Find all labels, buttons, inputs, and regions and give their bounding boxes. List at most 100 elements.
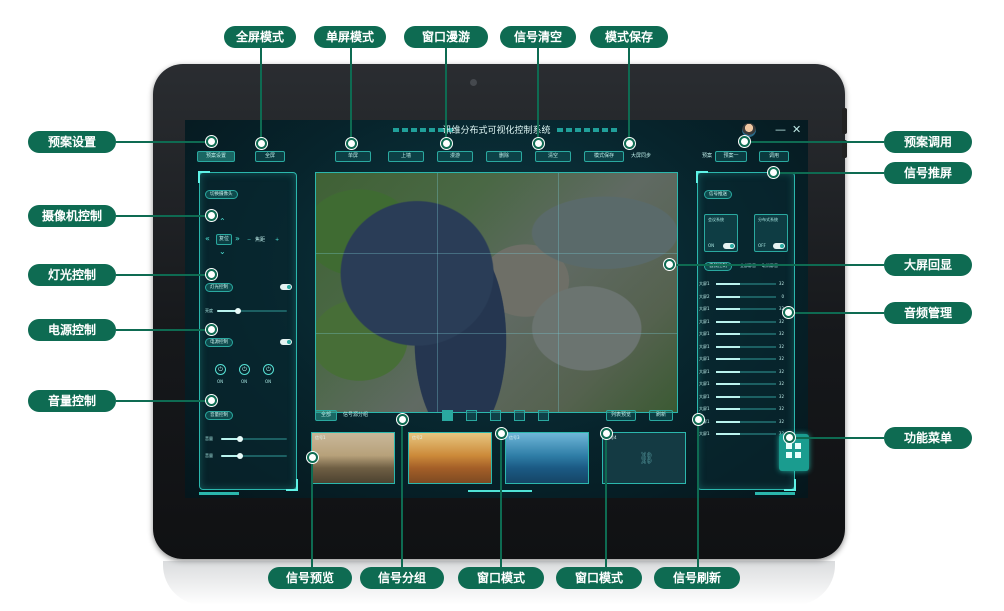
leader-line [116, 141, 210, 143]
delete-button[interactable]: 删除 [486, 151, 522, 162]
plan-settings-button[interactable]: 预案设置 [197, 151, 235, 162]
audio-row[interactable]: 大屏132 [699, 330, 784, 338]
volume-button [842, 108, 847, 134]
tab-all[interactable]: 全部 [315, 410, 337, 421]
big-screen-echo[interactable] [315, 172, 678, 413]
brightness-label: 亮度 [205, 308, 213, 313]
audio-slider[interactable] [716, 370, 776, 373]
frame-deco [755, 492, 795, 495]
audio-slider[interactable] [716, 295, 776, 298]
audio-row[interactable]: 大屏132 [699, 393, 784, 401]
light-control-button[interactable]: 灯光控制 [205, 283, 233, 292]
audio-slider[interactable] [716, 345, 776, 348]
audio-slider[interactable] [716, 283, 776, 285]
volume-slider[interactable] [221, 453, 287, 459]
signal-thumbnail[interactable]: 信号1 [311, 432, 395, 484]
callout-signal-refresh: 信号刷新 [654, 567, 740, 589]
audio-row[interactable]: 大屏132 [699, 380, 784, 388]
audio-slider[interactable] [716, 395, 776, 398]
tilt-down-icon[interactable]: ⌄ [219, 248, 226, 256]
volume-label-2: 音量 [205, 453, 213, 458]
system-toggle[interactable] [723, 243, 735, 249]
call-plan-button[interactable]: 调用 [759, 151, 789, 162]
audio-row-value: 32 [778, 281, 784, 286]
focus-minus-icon[interactable]: − [247, 236, 251, 244]
audio-row[interactable]: 大屏132 [699, 343, 784, 351]
roam-button[interactable]: 漫游 [437, 151, 473, 162]
power-icon[interactable]: ⏻ [239, 364, 250, 375]
marker-dot [206, 136, 217, 147]
leader-line [401, 418, 403, 567]
signal-thumbnail[interactable]: 信号4 ⛓ [602, 432, 686, 484]
audio-row[interactable]: 大屏132 [699, 305, 784, 313]
pan-right-icon[interactable]: » [235, 235, 240, 243]
clear-button[interactable]: 清空 [535, 151, 571, 162]
marker-dot [784, 432, 795, 443]
marker-dot [601, 428, 612, 439]
audio-slider[interactable] [716, 383, 776, 385]
leader-line [537, 48, 539, 140]
leader-line [116, 329, 210, 331]
fullscreen-button[interactable]: 全屏 [255, 151, 285, 162]
audio-row[interactable]: 大屏132 [699, 405, 784, 413]
audio-row[interactable]: 大屏132 [699, 430, 784, 438]
audio-slider[interactable] [716, 308, 776, 310]
refresh-button[interactable]: 刷新 [649, 410, 673, 421]
signal-thumbnail[interactable]: 信号3 [505, 432, 589, 484]
leader-line [788, 437, 884, 439]
audio-row-value: 32 [778, 318, 784, 324]
list-preview-button[interactable]: 列表预览 [606, 410, 636, 421]
layout-9-button[interactable] [538, 410, 549, 421]
big-screen-sync-toggle[interactable]: 大屏同步 [631, 152, 651, 160]
pan-left-icon[interactable]: « [205, 235, 210, 243]
signal-push-button[interactable]: 信号推送 [704, 190, 732, 199]
plan-select[interactable]: 预案一 [715, 151, 747, 162]
power-icon[interactable]: ⏻ [215, 364, 226, 375]
marker-dot [664, 259, 675, 270]
upload-to-wall-button[interactable]: 上墙 [388, 151, 424, 162]
grid-divider [316, 333, 677, 334]
callout-light-control: 灯光控制 [28, 264, 116, 286]
audio-slider[interactable] [716, 420, 776, 423]
audio-slider[interactable] [716, 358, 776, 360]
audio-slider[interactable] [716, 433, 776, 435]
audio-row-value: 32 [778, 343, 784, 349]
power-control-button[interactable]: 电源控制 [205, 338, 233, 347]
audio-row[interactable]: 大屏132 [699, 280, 784, 288]
volume-slider[interactable] [221, 436, 287, 442]
single-screen-button[interactable]: 单屏 [335, 151, 371, 162]
tilt-up-icon[interactable]: ⌃ [219, 218, 226, 226]
audio-slider[interactable] [716, 408, 776, 410]
light-toggle[interactable] [280, 284, 292, 290]
switch-camera-button[interactable]: 切换摄像头 [205, 190, 238, 199]
audio-row[interactable]: 大屏2 0 [699, 293, 784, 301]
focus-plus-icon[interactable]: + [275, 236, 279, 244]
mode-save-button[interactable]: 模式保存 [584, 151, 624, 162]
audio-slider[interactable] [716, 333, 776, 335]
system-card[interactable]: 分布式系统 OFF [754, 214, 788, 252]
user-avatar[interactable] [742, 123, 756, 137]
signal-thumbnail[interactable]: 信号2 [408, 432, 492, 484]
audio-row[interactable]: 大屏132 [699, 418, 784, 426]
brightness-slider[interactable] [217, 308, 287, 314]
leader-line [697, 418, 699, 567]
layout-2-button[interactable] [466, 410, 477, 421]
close-button[interactable]: ✕ [792, 124, 801, 136]
tab-signal-group[interactable]: 信号源分组 [343, 411, 368, 419]
volume-control-button[interactable]: 音量控制 [205, 411, 233, 420]
power-icon[interactable]: ⏻ [263, 364, 274, 375]
system-card[interactable]: 会议系统 ON [704, 214, 738, 252]
layout-1-button[interactable] [442, 410, 453, 421]
focus-label: 焦距 [255, 237, 266, 243]
frame-deco [199, 492, 239, 495]
minimize-button[interactable]: — [775, 124, 786, 136]
layout-4-button[interactable] [514, 410, 525, 421]
audio-row[interactable]: 大屏132 [699, 318, 784, 326]
audio-row[interactable]: 大屏132 [699, 368, 784, 376]
camera-reset-button[interactable]: 复位 [216, 234, 232, 245]
power-toggle[interactable] [280, 339, 292, 345]
system-toggle[interactable] [773, 243, 785, 249]
audio-row[interactable]: 大屏132 [699, 355, 784, 363]
audio-slider[interactable] [716, 320, 776, 323]
layout-3-button[interactable] [490, 410, 501, 421]
